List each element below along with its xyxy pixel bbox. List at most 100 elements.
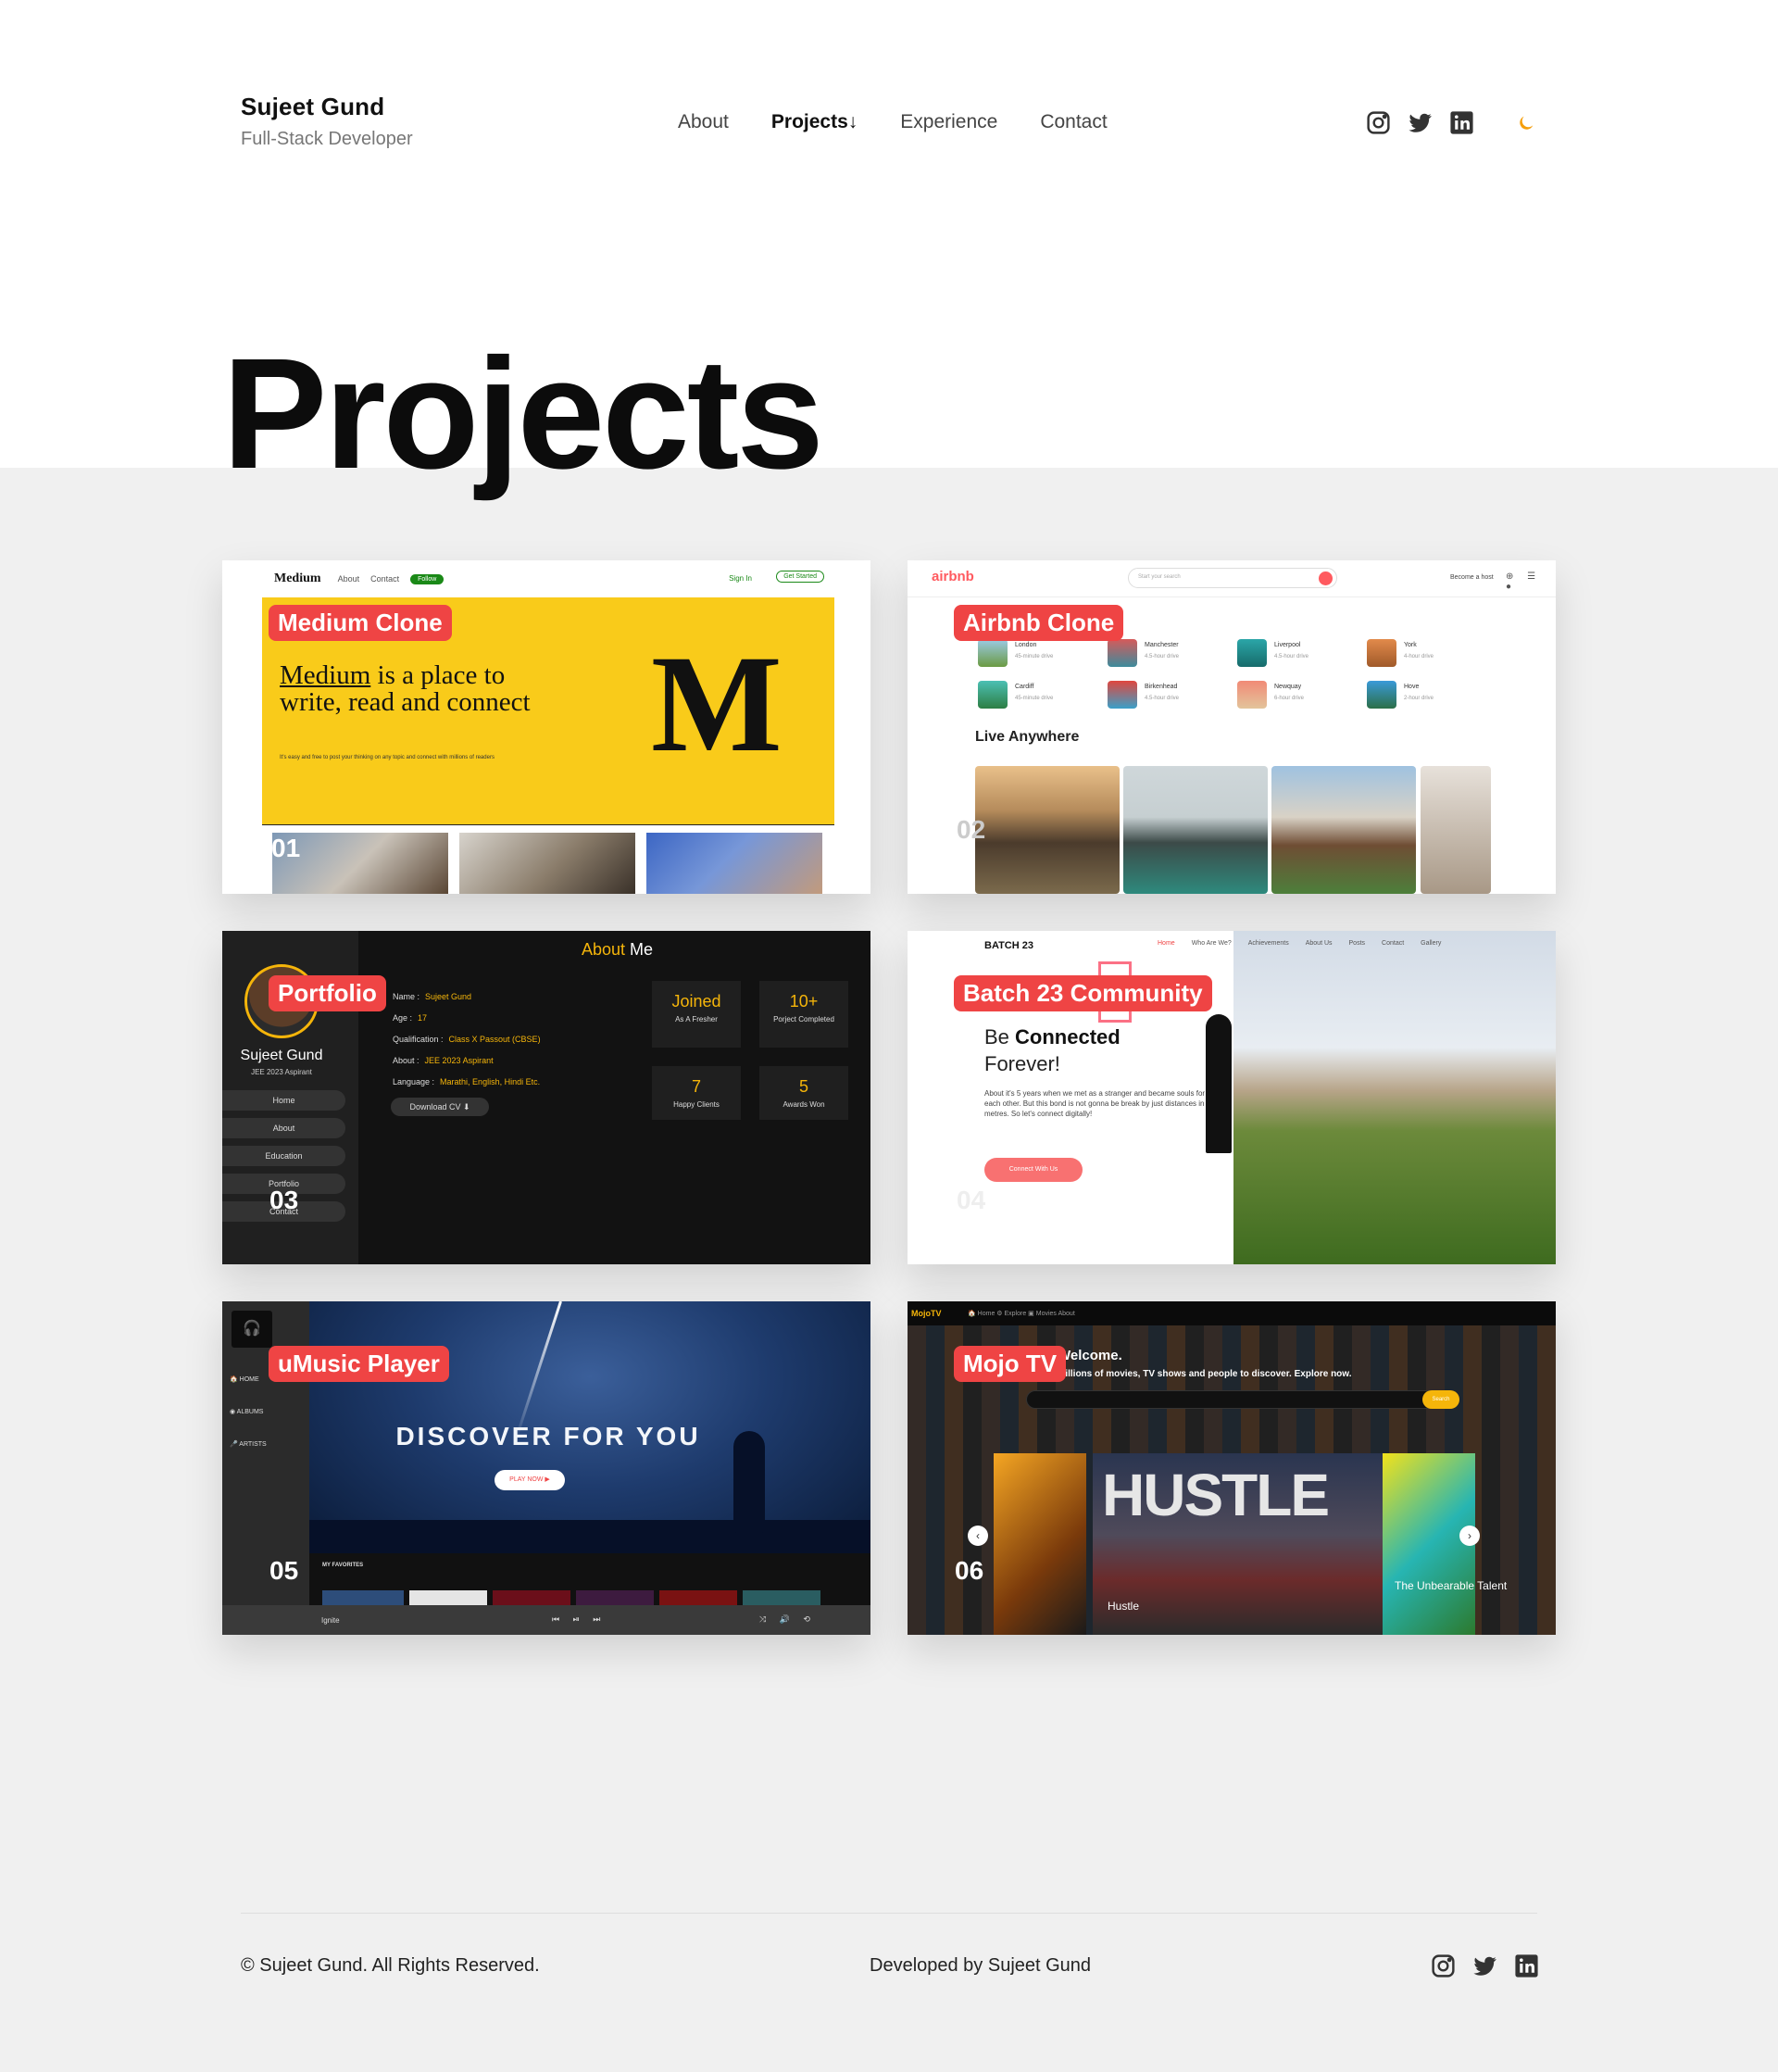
- project-card-airbnb[interactable]: airbnb Start your search Become a host ⊕…: [908, 560, 1556, 894]
- favorite-thumb: [743, 1590, 820, 1605]
- location-city: Hove: [1404, 684, 1420, 690]
- batch-connect-button: Connect With Us: [984, 1158, 1083, 1182]
- location-drive: 45-minute drive: [1015, 654, 1054, 659]
- moon-icon[interactable]: [1516, 113, 1536, 133]
- airbnb-location: York 4-hour drive: [1367, 639, 1469, 671]
- info-key: Qualification :: [393, 1035, 444, 1044]
- portfolio-info-row: Age : 17: [393, 1013, 427, 1023]
- twitter-icon[interactable]: [1407, 109, 1434, 136]
- umusic-hero-title: DISCOVER FOR YOU: [395, 1422, 701, 1450]
- portfolio-info-row: Name : Sujeet Gund: [393, 992, 471, 1001]
- batch-nav-item: About Us: [1305, 940, 1333, 947]
- medium-thumb-3: [646, 833, 822, 894]
- portfolio-menu-item: Education: [222, 1146, 345, 1166]
- portfolio-stat: 10+ Porject Completed: [759, 981, 848, 1048]
- portfolio-stat: 5 Awards Won: [759, 1066, 848, 1120]
- project-card-medium[interactable]: Medium About Contact Follow Sign In Get …: [222, 560, 870, 894]
- airbnb-search-placeholder: Start your search: [1138, 574, 1181, 580]
- batch-nav: Home Who Are We? Achievements About Us P…: [1158, 940, 1441, 947]
- location-city: York: [1404, 642, 1417, 648]
- chevron-right-icon: ›: [1459, 1526, 1480, 1546]
- batch-nav-item: Achievements: [1247, 940, 1289, 947]
- page-title: Projects: [222, 326, 824, 502]
- medium-tagline: Medium is a place to write, read and con…: [280, 662, 557, 716]
- linkedin-icon[interactable]: [1513, 1953, 1540, 1979]
- mojo-feature-title: Hustle: [1108, 1600, 1140, 1613]
- umusic-play-button: PLAY NOW ▶: [495, 1470, 565, 1490]
- favorite-thumb: [409, 1590, 487, 1605]
- portfolio-info-row: Language : Marathi, English, Hindi Etc.: [393, 1077, 540, 1086]
- brand-name[interactable]: Sujeet Gund: [241, 93, 413, 121]
- batch-photo: [1233, 931, 1556, 1264]
- airbnb-location: Cardiff 45-minute drive: [978, 681, 1080, 712]
- nav-contact[interactable]: Contact: [1040, 111, 1107, 133]
- umusic-hero: DISCOVER FOR YOU PLAY NOW ▶: [309, 1301, 870, 1553]
- airbnb-logo: airbnb: [932, 569, 974, 584]
- airbnb-photo: [1123, 766, 1268, 894]
- location-city: Birkenhead: [1145, 684, 1178, 690]
- airbnb-location: Liverpool 4.5-hour drive: [1237, 639, 1339, 671]
- portfolio-info-row: Qualification : Class X Passout (CBSE): [393, 1035, 541, 1044]
- location-image: [1108, 681, 1137, 709]
- mojo-side-title: The Unbearable Talent: [1395, 1579, 1508, 1592]
- project-label: uMusic Player: [269, 1346, 449, 1382]
- medium-big-letter: M: [651, 627, 783, 781]
- airbnb-location: London 45-minute drive: [978, 639, 1080, 671]
- airbnb-menu-icon: ⊕ ☰ ●: [1506, 571, 1542, 592]
- instagram-icon[interactable]: [1365, 109, 1392, 136]
- batch-nav-item: Gallery: [1421, 940, 1442, 947]
- project-label: Airbnb Clone: [954, 605, 1124, 641]
- mojo-welcome: Welcome.: [1058, 1348, 1122, 1363]
- project-card-batch23[interactable]: BATCH 23 Home Who Are We? Achievements A…: [908, 931, 1556, 1264]
- medium-sign-in: Sign In: [729, 574, 752, 583]
- nav-about[interactable]: About: [678, 111, 729, 133]
- location-city: Manchester: [1145, 642, 1179, 648]
- batch-nav-item: Home: [1158, 940, 1175, 947]
- medium-header: Medium About Contact Follow: [222, 560, 870, 597]
- medium-nav-contact: Contact: [370, 574, 400, 584]
- portfolio-heading: About Me: [582, 940, 653, 960]
- mojo-feature-logo: HUSTLE: [1102, 1462, 1330, 1528]
- instagram-icon[interactable]: [1430, 1953, 1457, 1979]
- location-city: Cardiff: [1015, 684, 1034, 690]
- brand-role: Full-Stack Developer: [241, 129, 413, 149]
- chevron-left-icon: ‹: [968, 1526, 988, 1546]
- medium-tagline-link: Medium: [280, 660, 371, 690]
- portfolio-role: JEE 2023 Aspirant: [251, 1068, 312, 1076]
- medium-thumb-2: [459, 833, 635, 894]
- nav-experience[interactable]: Experience: [900, 111, 997, 133]
- info-value: 17: [418, 1013, 428, 1023]
- umusic-playback-controls: ⏮ ⏯ ⏭: [552, 1614, 607, 1624]
- footer-developed-by: Developed by Sujeet Gund: [870, 1955, 1092, 1976]
- batch-heading-be: Be: [984, 1025, 1016, 1049]
- batch-title: BATCH 23: [984, 940, 1033, 951]
- batch-nav-item: Posts: [1348, 940, 1366, 947]
- medium-get-started: Get Started: [776, 571, 824, 583]
- page-header-band: Sujeet Gund Full-Stack Developer About P…: [0, 0, 1778, 493]
- project-label: Mojo TV: [954, 1346, 1067, 1382]
- airbnb-location: Birkenhead 4.5-hour drive: [1108, 681, 1209, 712]
- info-key: About :: [393, 1056, 419, 1065]
- portfolio-heading-b: Me: [625, 940, 654, 959]
- favorite-thumb: [576, 1590, 654, 1605]
- umusic-menu-item: ◉ ALBUMS: [230, 1409, 264, 1415]
- batch-forever: Forever!: [984, 1052, 1060, 1075]
- favorite-thumb: [659, 1590, 737, 1605]
- twitter-icon[interactable]: [1471, 1953, 1498, 1979]
- nav-projects[interactable]: Projects↓: [771, 111, 858, 133]
- project-card-mojotv[interactable]: MojoTV 🏠 Home ⚙ Explore ▣ Movies About W…: [908, 1301, 1556, 1635]
- medium-follow: Follow: [410, 573, 444, 584]
- project-card-portfolio[interactable]: Sujeet Gund JEE 2023 Aspirant Home About…: [222, 931, 870, 1264]
- brand[interactable]: Sujeet Gund Full-Stack Developer: [241, 93, 413, 150]
- linkedin-icon[interactable]: [1448, 109, 1475, 136]
- location-image: [1237, 681, 1267, 709]
- airbnb-location: Hove 2-hour drive: [1367, 681, 1469, 712]
- location-image: [978, 639, 1008, 667]
- portfolio-stat: Joined As A Fresher: [652, 981, 741, 1048]
- umusic-menu-item: 🏠 HOME: [230, 1376, 259, 1383]
- project-card-umusic[interactable]: 🎧 🏠 HOME ◉ ALBUMS 🎤 ARTISTS DISCOVER FOR…: [222, 1301, 870, 1635]
- info-key: Age :: [393, 1013, 413, 1023]
- location-drive: 45-minute drive: [1015, 696, 1054, 701]
- airbnb-photo: [975, 766, 1120, 894]
- portfolio-heading-a: About: [582, 940, 626, 959]
